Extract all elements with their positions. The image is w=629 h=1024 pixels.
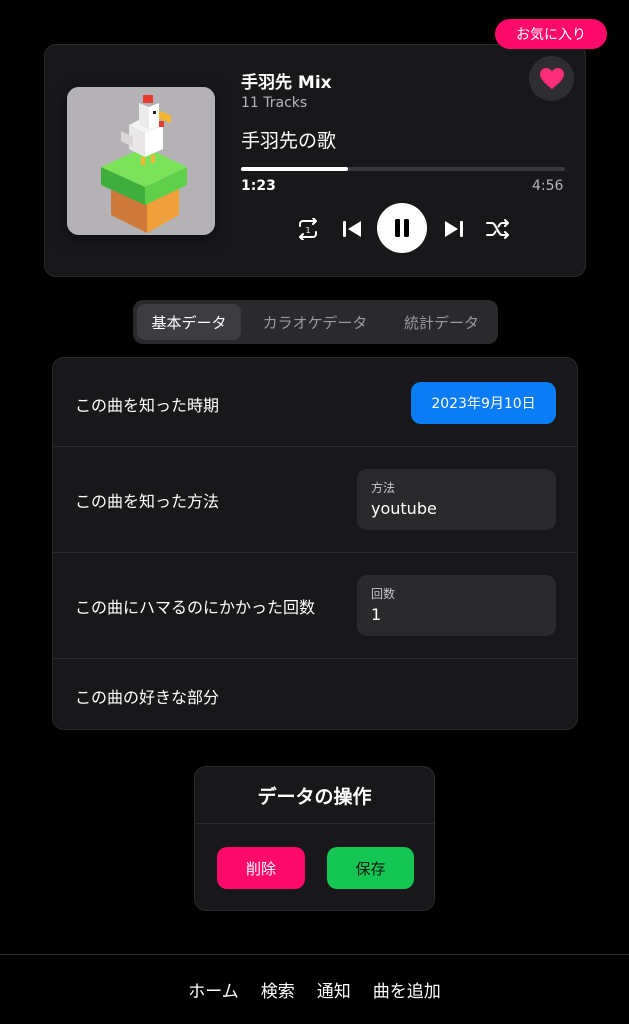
method-field-value[interactable]: youtube <box>371 499 437 518</box>
tab-karaoke-data[interactable]: カラオケデータ <box>241 304 389 340</box>
album-art <box>67 87 215 235</box>
favorite-part-row[interactable]: この曲の好きな部分 <box>53 659 577 729</box>
hooked-count-label: この曲にハマるのにかかった回数 <box>75 598 316 617</box>
count-field-value[interactable]: 1 <box>371 605 381 624</box>
track-count: 11 Tracks <box>241 95 308 111</box>
data-operations-card: データの操作 削除 保存 <box>194 766 435 911</box>
pause-icon <box>395 219 409 237</box>
save-button[interactable]: 保存 <box>327 847 414 889</box>
skip-next-icon <box>445 221 463 237</box>
basic-data-card: この曲を知った時期 2023年9月10日 この曲を知った方法 方法 youtub… <box>52 357 578 730</box>
bottom-navigation: ホーム 検索 通知 曲を追加 <box>0 954 629 1024</box>
method-field-label: 方法 <box>371 481 396 495</box>
known-date-row: この曲を知った時期 2023年9月10日 <box>53 358 577 447</box>
tab-basic-data[interactable]: 基本データ <box>137 304 241 340</box>
heart-icon <box>539 67 564 89</box>
delete-button[interactable]: 削除 <box>217 847 305 889</box>
next-button[interactable] <box>439 214 469 244</box>
song-title: 手羽先の歌 <box>241 130 337 152</box>
music-player-card: 手羽先 Mix 11 Tracks 手羽先の歌 1:23 4:56 1 <box>44 44 586 277</box>
progress-bar[interactable] <box>241 167 565 171</box>
count-field[interactable]: 回数 1 <box>357 575 556 636</box>
favorite-badge[interactable]: お気に入り <box>495 19 607 49</box>
method-field[interactable]: 方法 youtube <box>357 469 556 530</box>
nav-notifications[interactable]: 通知 <box>317 977 351 1002</box>
known-date-label: この曲を知った時期 <box>75 396 220 415</box>
nav-home[interactable]: ホーム <box>188 977 239 1002</box>
date-picker-button[interactable]: 2023年9月10日 <box>411 382 556 424</box>
svg-text:1: 1 <box>305 226 310 235</box>
data-tabs: 基本データ カラオケデータ 統計データ <box>133 300 498 344</box>
favorite-button[interactable] <box>529 56 574 101</box>
repeat-one-icon: 1 <box>299 218 317 240</box>
playlist-title: 手羽先 Mix <box>241 73 332 93</box>
shuffle-icon <box>486 219 509 239</box>
nav-add-song[interactable]: 曲を追加 <box>373 977 441 1002</box>
favorite-part-label: この曲の好きな部分 <box>75 688 220 707</box>
repeat-button[interactable]: 1 <box>293 214 323 244</box>
current-time: 1:23 <box>241 178 276 194</box>
play-pause-button[interactable] <box>377 203 427 253</box>
nav-search[interactable]: 検索 <box>261 977 295 1002</box>
known-method-row: この曲を知った方法 方法 youtube <box>53 447 577 553</box>
tab-statistics-data[interactable]: 統計データ <box>389 304 494 340</box>
skip-previous-icon <box>343 221 361 237</box>
known-method-label: この曲を知った方法 <box>75 492 220 511</box>
count-field-label: 回数 <box>371 587 396 601</box>
operations-title: データの操作 <box>195 767 434 824</box>
progress-fill <box>241 167 348 171</box>
shuffle-button[interactable] <box>483 214 513 244</box>
total-time: 4:56 <box>532 178 564 194</box>
hooked-count-row: この曲にハマるのにかかった回数 回数 1 <box>53 553 577 659</box>
previous-button[interactable] <box>337 214 367 244</box>
